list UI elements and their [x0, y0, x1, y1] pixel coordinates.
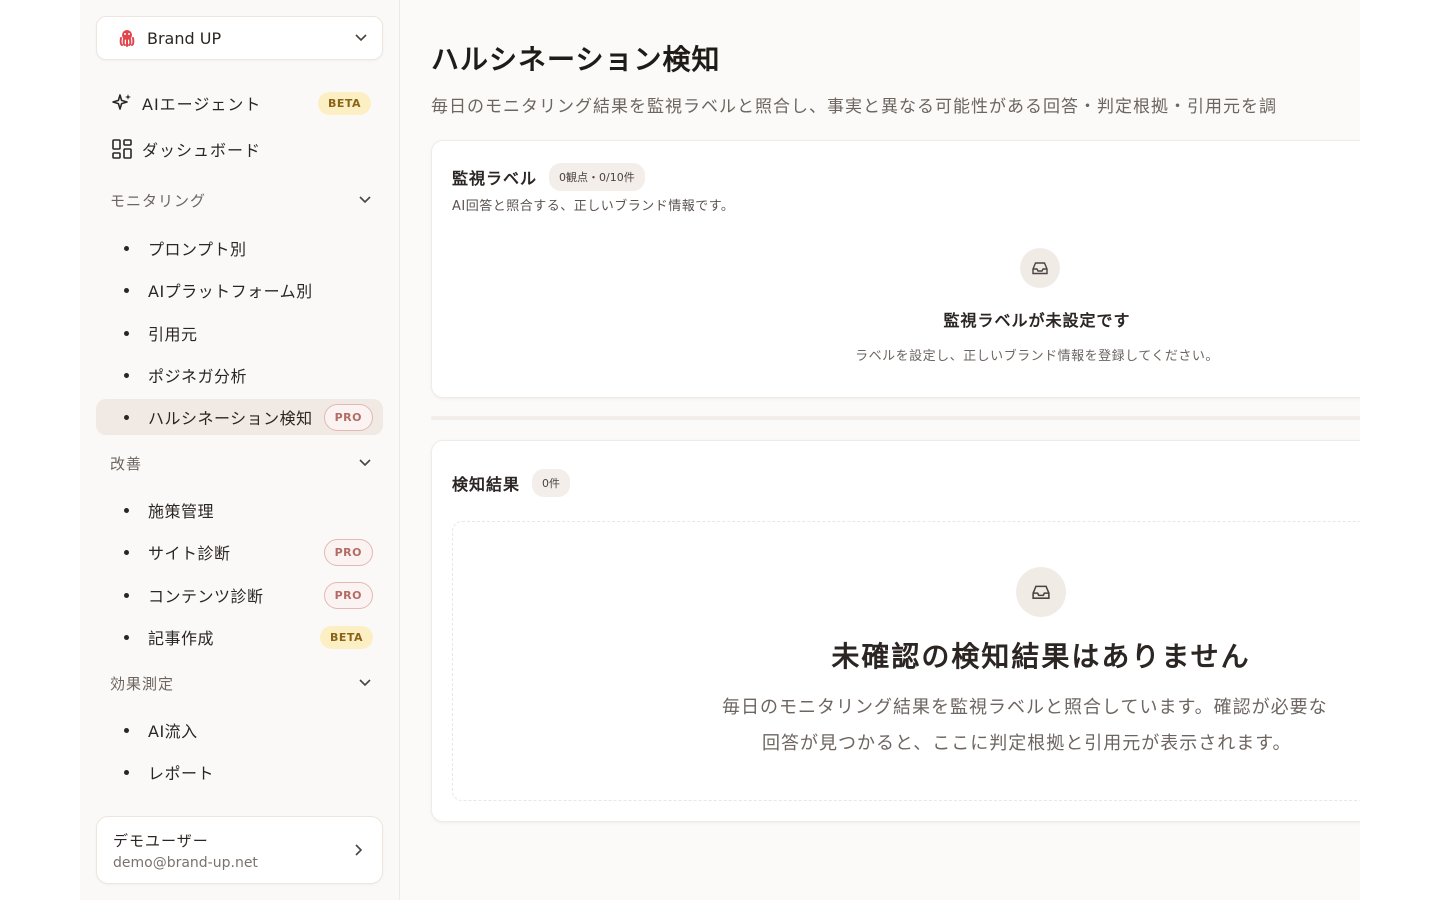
octopus-logo-icon	[117, 28, 137, 48]
sidebar-item-content-audit[interactable]: コンテンツ診断 PRO	[96, 577, 383, 613]
sidebar-item-label: AIプラットフォーム別	[148, 282, 313, 301]
user-info: デモユーザー demo@brand-up.net	[113, 830, 352, 871]
section-improvement-label: 改善	[110, 454, 143, 473]
sidebar-item-label: 施策管理	[148, 502, 215, 521]
card-title: 監視ラベル	[452, 169, 538, 188]
sidebar-item-label: AI流入	[148, 722, 198, 741]
section-monitoring-label: モニタリング	[110, 191, 207, 210]
section-measurement[interactable]: 効果測定	[110, 668, 372, 698]
brand-name: Brand UP	[147, 28, 222, 48]
sidebar-item-label: 引用元	[148, 325, 198, 344]
count-badge: 0件	[532, 469, 571, 497]
page-description: 毎日のモニタリング結果を監視ラベルと照合し、事実と異なる可能性がある回答・判定根…	[431, 97, 1277, 117]
sidebar: Brand UP AIエージェント BETA ダッシュボード モニタリング プロ…	[80, 0, 400, 900]
bullet	[124, 634, 129, 640]
sidebar-item-label: コンテンツ診断	[148, 587, 264, 606]
chevron-down-icon	[358, 676, 372, 690]
card-subtitle: AI回答と照合する、正しいブランド情報です。	[452, 199, 735, 214]
detection-results-card: 検知結果 0件 未確認の検知結果はありません 毎日のモニタリング結果を監視ラベル…	[431, 440, 1360, 822]
brand-switcher[interactable]: Brand UP	[96, 16, 383, 60]
user-email: demo@brand-up.net	[113, 854, 258, 871]
sidebar-item-prompts[interactable]: プロンプト別	[96, 230, 383, 266]
pro-badge: PRO	[323, 403, 373, 431]
count-badge: 0観点・0/10件	[549, 163, 645, 191]
card-title: 検知結果	[452, 475, 521, 494]
pro-badge: PRO	[323, 538, 373, 566]
bullet	[124, 549, 129, 555]
bullet	[124, 507, 129, 513]
bullet	[124, 414, 129, 420]
sidebar-item-sentiment[interactable]: ポジネガ分析	[96, 357, 383, 393]
bullet	[124, 592, 129, 598]
nav-dashboard[interactable]: ダッシュボード	[96, 126, 383, 172]
beta-badge: BETA	[319, 625, 373, 649]
main-content: ハルシネーション検知 毎日のモニタリング結果を監視ラベルと照合し、事実と異なる可…	[400, 0, 1360, 900]
nav-ai-agent[interactable]: AIエージェント BETA	[96, 80, 383, 126]
empty-state-title: 未確認の検知結果はありません	[831, 640, 1251, 673]
empty-state-text-line1: 毎日のモニタリング結果を監視ラベルと照合しています。確認が必要な	[722, 697, 1328, 718]
beta-badge: BETA	[317, 91, 371, 115]
nav-dashboard-label: ダッシュボード	[142, 141, 262, 160]
sidebar-item-measures[interactable]: 施策管理	[96, 492, 383, 528]
empty-state-text-line2: 回答が見つかると、ここに判定根拠と引用元が表示されます。	[762, 733, 1292, 754]
sidebar-item-label: レポート	[148, 764, 215, 783]
sidebar-item-label: 記事作成	[148, 629, 215, 648]
sidebar-item-site-audit[interactable]: サイト診断 PRO	[96, 534, 383, 570]
inbox-icon	[1016, 567, 1066, 617]
primary-nav: AIエージェント BETA ダッシュボード	[96, 80, 383, 172]
sidebar-item-hallucination[interactable]: ハルシネーション検知 PRO	[96, 399, 383, 435]
section-measurement-label: 効果測定	[110, 674, 175, 693]
sidebar-item-label: ポジネガ分析	[148, 367, 248, 386]
section-improvement[interactable]: 改善	[110, 448, 372, 478]
sidebar-item-article-writer[interactable]: 記事作成 BETA	[96, 619, 383, 655]
section-divider	[431, 416, 1360, 420]
grid-icon	[110, 137, 134, 161]
user-menu[interactable]: デモユーザー demo@brand-up.net	[96, 816, 383, 884]
user-name: デモユーザー	[113, 831, 209, 850]
sidebar-item-report[interactable]: レポート	[96, 754, 383, 790]
sidebar-item-platforms[interactable]: AIプラットフォーム別	[96, 272, 383, 308]
card-header: 検知結果 0件	[452, 469, 571, 497]
sidebar-item-ai-traffic[interactable]: AI流入	[96, 712, 383, 748]
inbox-icon	[1020, 248, 1060, 288]
bullet	[124, 245, 129, 251]
bullet	[124, 727, 129, 733]
chevron-down-icon	[354, 31, 368, 45]
nav-ai-agent-label: AIエージェント	[142, 95, 262, 114]
empty-state-text: ラベルを設定し、正しいブランド情報を登録してください。	[855, 349, 1219, 364]
app-frame: Brand UP AIエージェント BETA ダッシュボード モニタリング プロ…	[80, 0, 1360, 900]
bullet	[124, 372, 129, 378]
page-title: ハルシネーション検知	[431, 43, 721, 76]
bullet	[124, 330, 129, 336]
pro-badge: PRO	[323, 581, 373, 609]
card-header: 監視ラベル 0観点・0/10件	[452, 163, 645, 191]
section-monitoring[interactable]: モニタリング	[110, 185, 372, 215]
chevron-down-icon	[358, 456, 372, 470]
chevron-right-icon	[352, 843, 366, 857]
bullet	[124, 287, 129, 293]
bullet	[124, 769, 129, 775]
empty-state-title: 監視ラベルが未設定です	[943, 311, 1131, 330]
chevron-down-icon	[358, 193, 372, 207]
sparkles-icon	[110, 91, 134, 115]
sidebar-item-label: ハルシネーション検知	[148, 409, 313, 428]
monitoring-labels-card: 監視ラベル 0観点・0/10件 AI回答と照合する、正しいブランド情報です。 監…	[431, 140, 1360, 398]
sidebar-item-label: サイト診断	[148, 544, 231, 563]
sidebar-item-citations[interactable]: 引用元	[96, 315, 383, 351]
sidebar-item-label: プロンプト別	[148, 240, 247, 259]
